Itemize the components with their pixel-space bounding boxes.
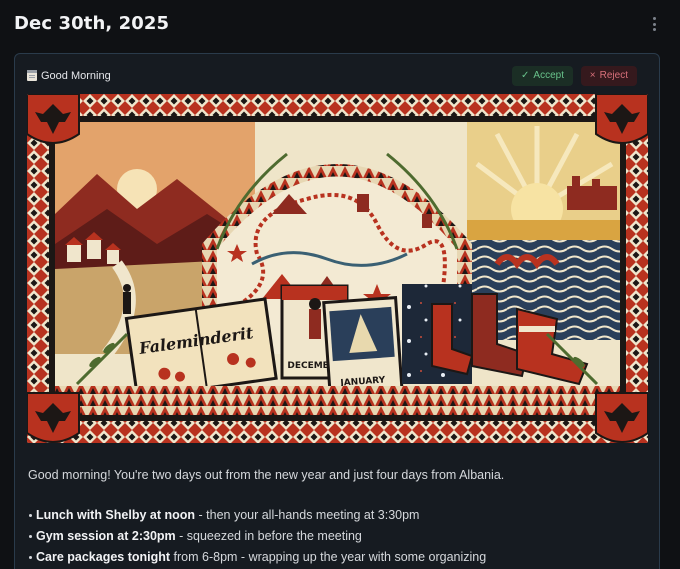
list-item-text: - squeezed in before the meeting <box>175 529 362 543</box>
more-vertical-icon-dot <box>652 22 656 26</box>
list-item: Gym session at 2:30pm - squeezed in befo… <box>28 527 638 545</box>
page-header: Dec 30th, 2025 <box>14 12 666 36</box>
list-item-bold: Lunch with Shelby at noon <box>36 508 196 522</box>
briefing-text: Good morning! You're two days out from t… <box>28 466 638 569</box>
reject-button[interactable]: × Reject <box>580 66 637 86</box>
accept-label: Accept <box>533 70 564 81</box>
albania-new-year-illustration: Faleminderit DECEMBER JANUARY <box>27 94 648 443</box>
more-vertical-icon <box>652 17 656 20</box>
more-vertical-icon-dot <box>652 28 656 31</box>
list-item: Care packages tonight from 6-8pm - wrapp… <box>28 548 638 566</box>
more-options-button[interactable] <box>642 12 666 36</box>
morning-briefing-card: Good Morning ✓ Accept × Reject Faleminde… <box>14 53 660 569</box>
card-header: Good Morning ✓ Accept × Reject <box>27 66 647 86</box>
card-title: Good Morning <box>41 70 111 82</box>
illustration-svg: Faleminderit DECEMBER JANUARY <box>27 94 648 443</box>
agenda-list: Lunch with Shelby at noon - then your al… <box>28 506 638 566</box>
page-title: Dec 30th, 2025 <box>14 13 170 34</box>
check-icon: ✓ <box>521 70 530 81</box>
list-item-bold: Care packages tonight <box>36 550 171 564</box>
list-item-text: - then your all-hands meeting at 3:30pm <box>195 508 420 522</box>
notepad-icon <box>27 70 37 81</box>
list-item: Lunch with Shelby at noon - then your al… <box>28 506 638 524</box>
eagle-emblem-icon <box>27 94 80 144</box>
list-item-bold: Gym session at 2:30pm <box>36 529 176 543</box>
close-icon: × <box>589 70 596 81</box>
accept-button[interactable]: ✓ Accept <box>512 66 573 86</box>
reject-label: Reject <box>599 70 628 81</box>
intro-paragraph: Good morning! You're two days out from t… <box>28 468 505 482</box>
list-item-text: from 6-8pm - wrapping up the year with s… <box>170 550 487 564</box>
